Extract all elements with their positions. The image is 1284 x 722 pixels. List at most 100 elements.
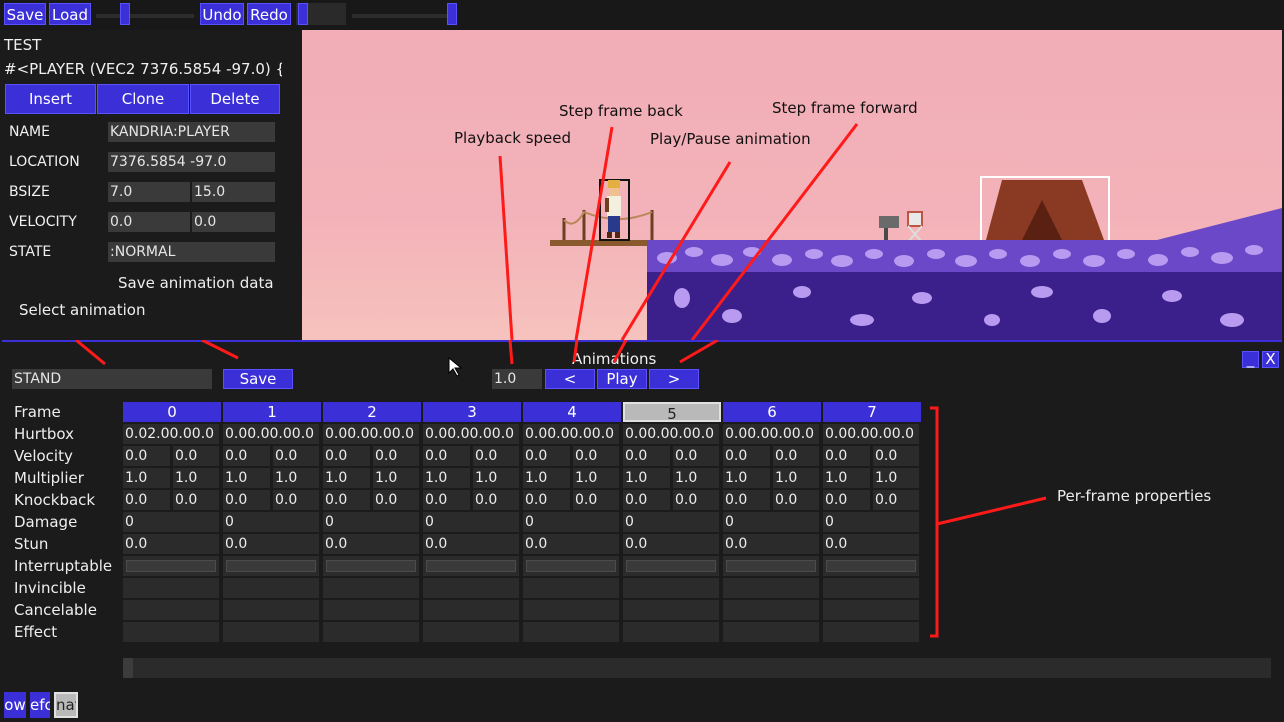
multiplier-y-cell[interactable]: 1.0 (573, 468, 621, 488)
interruptable-checkbox[interactable] (626, 560, 716, 572)
invincible-cell[interactable] (323, 578, 421, 598)
knockback-y-cell[interactable]: 0.0 (573, 490, 621, 510)
cancelable-cell[interactable] (423, 600, 521, 620)
knockback-x-cell[interactable]: 0.0 (223, 490, 272, 510)
damage-cell[interactable]: 0 (623, 512, 721, 532)
hurtbox-cell[interactable]: 0.00.00.00.0 (523, 424, 621, 444)
toolbar-slider-handle[interactable] (120, 3, 130, 25)
hurtbox-cell[interactable]: 0.00.00.00.0 (823, 424, 921, 444)
multiplier-x-cell[interactable]: 1.0 (223, 468, 272, 488)
frame-header-5[interactable]: 5 (623, 402, 721, 423)
bottom-tab-0[interactable]: ow (4, 692, 26, 718)
cancelable-cell[interactable] (723, 600, 821, 620)
multiplier-y-cell[interactable]: 1.0 (373, 468, 421, 488)
damage-cell[interactable]: 0 (523, 512, 621, 532)
knockback-x-cell[interactable]: 0.0 (823, 490, 872, 510)
scrollbar-thumb[interactable] (123, 658, 133, 678)
interruptable-cell[interactable] (323, 556, 421, 576)
save-button[interactable]: Save (4, 3, 46, 25)
velocity-y-cell[interactable]: 0.0 (373, 446, 421, 466)
velocity-x-cell[interactable]: 0.0 (623, 446, 672, 466)
load-button[interactable]: Load (49, 3, 91, 25)
stun-cell[interactable]: 0.0 (123, 534, 221, 554)
velocity-y-cell[interactable]: 0.0 (573, 446, 621, 466)
multiplier-y-cell[interactable]: 1.0 (873, 468, 921, 488)
multiplier-x-cell[interactable]: 1.0 (723, 468, 772, 488)
velocity-y-cell[interactable]: 0.0 (873, 446, 921, 466)
damage-cell[interactable]: 0 (423, 512, 521, 532)
multiplier-y-cell[interactable]: 1.0 (673, 468, 721, 488)
knockback-y-cell[interactable]: 0.0 (773, 490, 821, 510)
knockback-x-cell[interactable]: 0.0 (123, 490, 172, 510)
delete-button[interactable]: Delete (190, 84, 280, 114)
velocity-x-field[interactable]: 0.0 (108, 212, 190, 232)
damage-cell[interactable]: 0 (723, 512, 821, 532)
effect-cell[interactable] (123, 622, 221, 642)
knockback-y-cell[interactable]: 0.0 (273, 490, 321, 510)
hurtbox-cell[interactable]: 0.00.00.00.0 (223, 424, 321, 444)
cancelable-cell[interactable] (623, 600, 721, 620)
velocity-y-cell[interactable]: 0.0 (273, 446, 321, 466)
invincible-cell[interactable] (623, 578, 721, 598)
frame-header-7[interactable]: 7 (823, 402, 921, 422)
toolbar-slider-track[interactable] (96, 14, 194, 18)
effect-cell[interactable] (823, 622, 921, 642)
frame-header-6[interactable]: 6 (723, 402, 821, 422)
velocity-y-cell[interactable]: 0.0 (673, 446, 721, 466)
multiplier-x-cell[interactable]: 1.0 (323, 468, 372, 488)
multiplier-x-cell[interactable]: 1.0 (123, 468, 172, 488)
interruptable-checkbox[interactable] (726, 560, 816, 572)
multiplier-x-cell[interactable]: 1.0 (823, 468, 872, 488)
cancelable-cell[interactable] (523, 600, 621, 620)
stun-cell[interactable]: 0.0 (223, 534, 321, 554)
cancelable-cell[interactable] (823, 600, 921, 620)
knockback-y-cell[interactable]: 0.0 (873, 490, 921, 510)
knockback-x-cell[interactable]: 0.0 (523, 490, 572, 510)
knockback-y-cell[interactable]: 0.0 (473, 490, 521, 510)
zoom-slider-handle[interactable] (447, 3, 457, 25)
interruptable-checkbox[interactable] (526, 560, 616, 572)
frame-header-3[interactable]: 3 (423, 402, 521, 422)
bsize-x-field[interactable]: 7.0 (108, 182, 190, 202)
stun-cell[interactable]: 0.0 (423, 534, 521, 554)
stun-cell[interactable]: 0.0 (323, 534, 421, 554)
velocity-y-cell[interactable]: 0.0 (773, 446, 821, 466)
frame-header-0[interactable]: 0 (123, 402, 221, 422)
velocity-x-cell[interactable]: 0.0 (323, 446, 372, 466)
damage-cell[interactable]: 0 (823, 512, 921, 532)
interruptable-cell[interactable] (123, 556, 221, 576)
effect-cell[interactable] (723, 622, 821, 642)
stun-cell[interactable]: 0.0 (523, 534, 621, 554)
knockback-x-cell[interactable]: 0.0 (423, 490, 472, 510)
bottom-tab-1[interactable]: efc (30, 692, 50, 718)
state-field[interactable]: :NORMAL (108, 242, 275, 262)
frame-header-4[interactable]: 4 (523, 402, 621, 422)
cancelable-cell[interactable] (123, 600, 221, 620)
velocity-x-cell[interactable]: 0.0 (423, 446, 472, 466)
interruptable-cell[interactable] (423, 556, 521, 576)
hurtbox-cell[interactable]: 0.00.00.00.0 (423, 424, 521, 444)
game-viewport[interactable]: Playback speed Step frame back Play/Paus… (302, 30, 1282, 340)
velocity-x-cell[interactable]: 0.0 (523, 446, 572, 466)
interruptable-checkbox[interactable] (426, 560, 516, 572)
multiplier-y-cell[interactable]: 1.0 (773, 468, 821, 488)
player-sprite[interactable] (599, 179, 630, 241)
interruptable-cell[interactable] (523, 556, 621, 576)
knockback-x-cell[interactable]: 0.0 (723, 490, 772, 510)
interruptable-cell[interactable] (623, 556, 721, 576)
knockback-x-cell[interactable]: 0.0 (323, 490, 372, 510)
damage-cell[interactable]: 0 (223, 512, 321, 532)
multiplier-y-cell[interactable]: 1.0 (273, 468, 321, 488)
cancelable-cell[interactable] (223, 600, 321, 620)
frame-header-1[interactable]: 1 (223, 402, 321, 422)
name-field[interactable]: KANDRIA:PLAYER (108, 122, 275, 142)
invincible-cell[interactable] (223, 578, 321, 598)
velocity-y-field[interactable]: 0.0 (192, 212, 275, 232)
interruptable-checkbox[interactable] (126, 560, 216, 572)
knockback-y-cell[interactable]: 0.0 (673, 490, 721, 510)
knockback-x-cell[interactable]: 0.0 (623, 490, 672, 510)
frame-header-2[interactable]: 2 (323, 402, 421, 422)
effect-cell[interactable] (423, 622, 521, 642)
damage-cell[interactable]: 0 (123, 512, 221, 532)
effect-cell[interactable] (323, 622, 421, 642)
